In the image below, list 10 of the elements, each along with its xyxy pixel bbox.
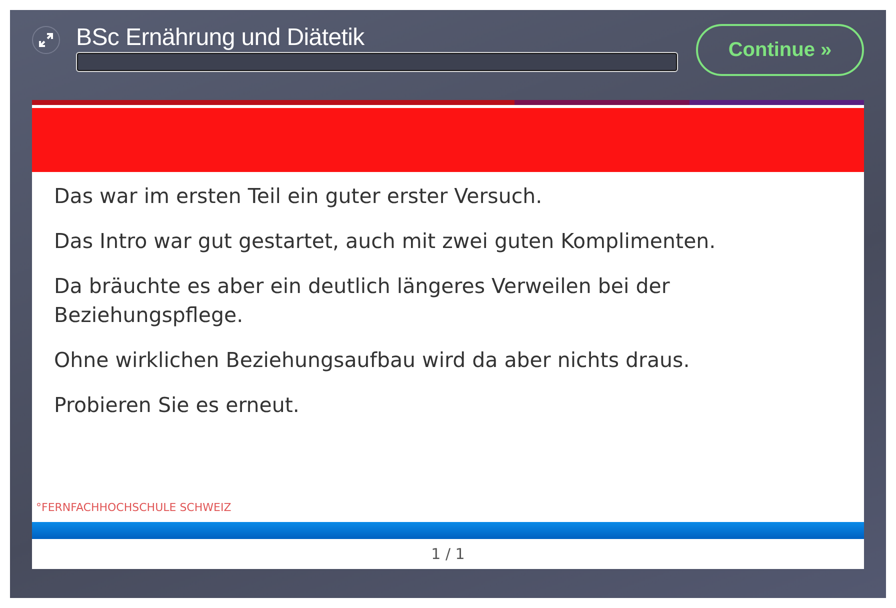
continue-button[interactable]: Continue » <box>696 24 864 76</box>
fullscreen-icon[interactable] <box>32 26 60 54</box>
feedback-text: Da bräuchte es aber ein deutlich längeres Verweilen bei der Beziehungspflege. <box>54 273 671 329</box>
page-indicator: 1 / 1 <box>431 545 465 563</box>
footer-text: °FERNFACHHOCHSCHULE SCHWEIZ <box>36 501 232 514</box>
feedback-text: Probieren Sie es erneut. <box>54 392 300 419</box>
course-title: BSc Ernährung und Diätetik <box>76 24 366 52</box>
feedback-text: Ohne wirklichen Beziehungsaufbau wird da aber nichts draus. <box>54 347 691 374</box>
feedback-text: Das Intro war gut gestartet, auch mit zwei guten Komplimenten. <box>54 228 717 255</box>
feedback-text: Das war im ersten Teil ein guter erster Versuch. <box>54 183 544 210</box>
